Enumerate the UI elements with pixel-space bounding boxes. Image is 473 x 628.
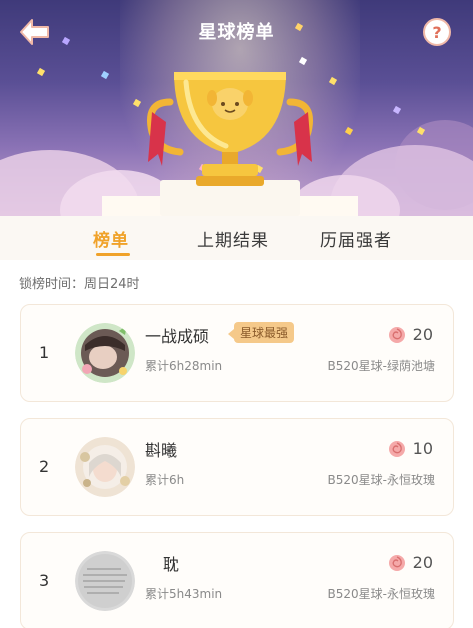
planet-name: B520星球-永恒玫瑰 [327, 587, 435, 601]
planet-name: B520星球-永恒玫瑰 [327, 473, 435, 487]
rose-icon [389, 441, 405, 457]
rank-number: 3 [39, 571, 50, 590]
user-name: 耽 [163, 555, 180, 574]
help-button[interactable]: ? [423, 18, 451, 46]
confetti [36, 67, 46, 77]
avatar[interactable] [75, 323, 135, 383]
list-item[interactable]: 2 斟曦 累计6h B520星球-永恒玫瑰 10 [20, 418, 454, 516]
lock-time: 锁榜时间：周日24时 [19, 277, 140, 292]
user-name: 一战成硕 [145, 327, 210, 346]
tab-hall-of-fame[interactable]: 历届强者 [320, 226, 392, 251]
avatar[interactable] [75, 551, 135, 611]
tab-active-indicator [96, 253, 130, 256]
tab-bar: 榜单 上期结果 历届强者 [0, 216, 473, 260]
status-badge: 星球最强 [227, 322, 295, 343]
rank-number: 2 [39, 457, 50, 476]
total-time: 累计5h43min [145, 587, 223, 601]
planet-name: B520星球-绿荫池塘 [327, 359, 435, 373]
rose-icon [389, 555, 405, 571]
tab-last-result[interactable]: 上期结果 [197, 226, 269, 251]
score-value: 20 [412, 325, 433, 344]
rank-number: 1 [39, 343, 50, 362]
tab-leaderboard[interactable]: 榜单 [93, 226, 129, 251]
question-icon: ? [432, 22, 442, 42]
user-name: 斟曦 [145, 441, 178, 460]
trophy-icon [147, 72, 313, 186]
score-value: 20 [412, 553, 433, 572]
total-time: 累计6h28min [145, 359, 223, 373]
list-item[interactable]: 1 一战成硕 星球最强 累计6h28min B520星球-绿荫池塘 20 [20, 304, 454, 402]
rose-icon [389, 327, 405, 343]
header-banner: 星球榜单 ? [0, 0, 473, 216]
page-title: 星球榜单 [198, 22, 275, 43]
score-value: 10 [412, 439, 433, 458]
back-button[interactable] [18, 17, 52, 47]
back-arrow-icon [20, 19, 49, 45]
total-time: 累计6h [145, 473, 185, 487]
avatar[interactable] [75, 437, 135, 497]
confetti [100, 70, 110, 80]
list-item[interactable]: 3 耽 累计5h43min B520星球-永恒玫瑰 20 [20, 532, 454, 628]
confetti [392, 105, 402, 115]
